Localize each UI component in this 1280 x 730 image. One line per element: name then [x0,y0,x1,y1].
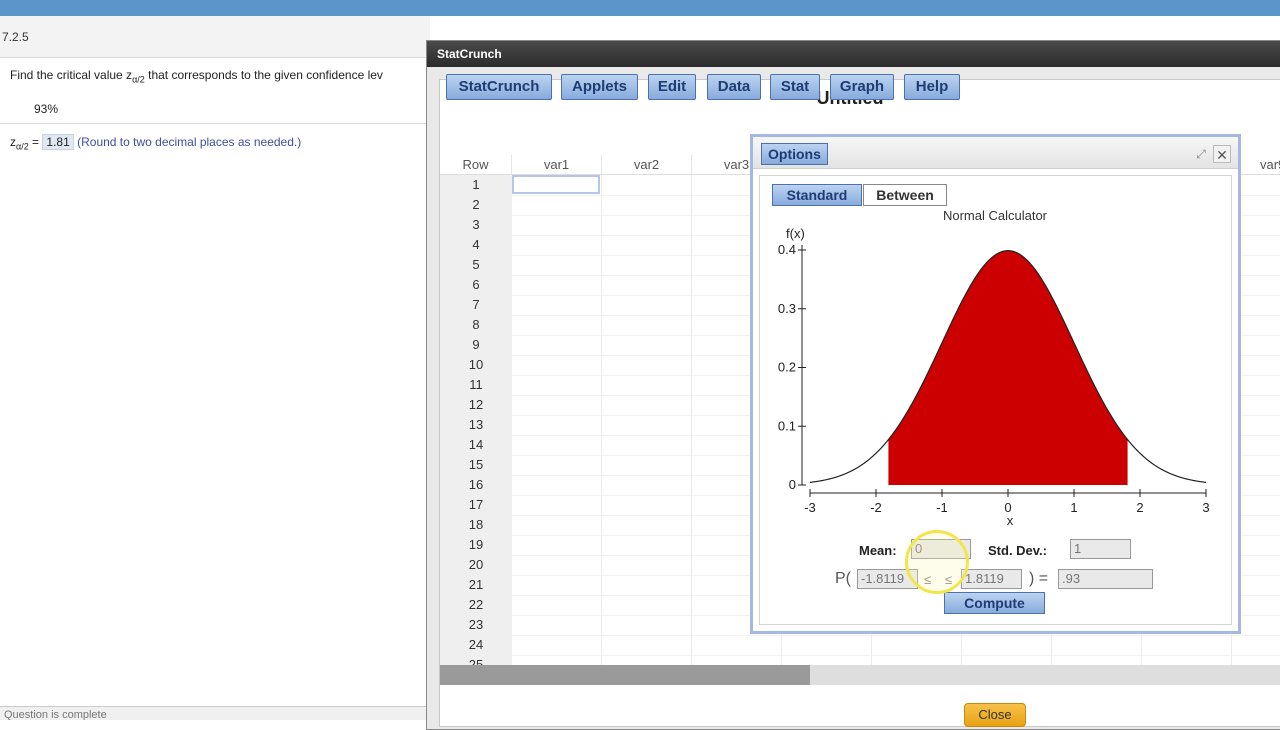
answer-equals: = [28,135,43,149]
rounding-hint: (Round to two decimal places as needed.) [77,135,302,149]
options-title: Options [761,143,828,165]
column-header[interactable]: var1 [512,155,602,175]
menu-edit[interactable]: Edit [648,74,696,100]
x-tick-label: 0 [1004,500,1011,515]
row-number[interactable]: 7 [440,295,512,315]
y-axis-label: f(x) [786,226,805,241]
row-number[interactable]: 17 [440,495,512,515]
y-tick-label: 0 [789,477,796,492]
row-number[interactable]: 2 [440,195,512,215]
row-number[interactable]: 4 [440,235,512,255]
expand-icon[interactable]: ⤢ [1193,146,1209,162]
sd-label: Std. Dev.: [988,543,1047,558]
menu-stat[interactable]: Stat [770,74,820,100]
confidence-level: 93% [34,102,59,116]
y-tick-label: 0.4 [778,242,796,257]
answer-input[interactable]: 1.81 [42,134,74,150]
row-number-column: 1234567891011121314151617181920212223242… [440,175,512,685]
active-cell[interactable] [512,175,600,194]
scrollbar-thumb[interactable] [440,665,810,685]
column-header[interactable]: var2 [602,155,692,175]
row-number[interactable]: 1 [440,175,512,195]
tab-between[interactable]: Between [863,184,947,206]
row-number[interactable]: 10 [440,355,512,375]
answer-subscript: α/2 [16,141,29,152]
row-number[interactable]: 20 [440,555,512,575]
normal-curve-chart: Normal Calculator f(x) x 0 0.1 0.2 0.3 0.4 -3… [778,208,1210,528]
row-number[interactable]: 11 [440,375,512,395]
row-number[interactable]: 22 [440,595,512,615]
row-number[interactable]: 19 [440,535,512,555]
row-number[interactable]: 16 [440,475,512,495]
row-line [512,635,1280,636]
row-number[interactable]: 13 [440,415,512,435]
question-status: Question is complete [0,706,430,720]
column-line [601,175,602,685]
x-tick-label: 2 [1136,500,1143,515]
menu-data[interactable]: Data [707,74,761,100]
row-number[interactable]: 12 [440,395,512,415]
upper-bound-input[interactable]: 1.8119 [961,569,1022,589]
x-tick-label: 3 [1202,500,1209,515]
statcrunch-titlebar[interactable]: StatCrunch [427,41,1280,67]
close-icon[interactable]: ✕ [1213,145,1231,163]
statcrunch-title: StatCrunch [437,47,502,61]
question-subscript: α/2 [132,74,145,85]
top-bar [0,0,1280,16]
chart-title: Normal Calculator [943,208,1048,223]
equals-label: ) = [1029,570,1049,587]
menu-help[interactable]: Help [904,74,960,100]
row-header: Row [440,155,512,175]
menu-applets[interactable]: Applets [561,74,638,100]
question-text-start: Find the critical value z [10,68,133,82]
question-number: 7.2.5 [2,30,29,44]
row-number[interactable]: 3 [440,215,512,235]
answer-line: zα/2 = 1.81 (Round to two decimal places… [10,134,301,151]
y-tick-label: 0.1 [778,418,796,433]
x-tick-label: -2 [870,500,882,515]
shaded-area [888,250,1128,485]
x-tick-label: 1 [1070,500,1077,515]
probability-label: P( [835,570,851,587]
y-tick-label: 0.2 [778,360,796,375]
column-line [691,175,692,685]
probability-result[interactable]: .93 [1058,569,1153,589]
row-number[interactable]: 9 [440,335,512,355]
sd-input[interactable]: 1 [1070,539,1131,559]
row-number[interactable]: 6 [440,275,512,295]
row-number[interactable]: 23 [440,615,512,635]
divider [0,123,430,124]
x-tick-label: -3 [804,500,816,515]
row-number[interactable]: 21 [440,575,512,595]
row-number[interactable]: 8 [440,315,512,335]
menu-graph[interactable]: Graph [830,74,894,100]
close-button[interactable]: Close [964,703,1026,727]
question-text-end: that corresponds to the given confidence… [144,68,383,82]
x-axis-label: x [1007,513,1014,528]
question-text: Find the critical value zα/2 that corres… [10,68,383,84]
question-header [0,16,430,58]
tab-standard[interactable]: Standard [772,184,862,206]
menu-statcrunch[interactable]: StatCrunch [446,74,552,100]
row-number[interactable]: 18 [440,515,512,535]
options-titlebar[interactable]: Options ⤢ ✕ [753,137,1238,169]
y-tick-label: 0.3 [778,301,796,316]
compute-button[interactable]: Compute [944,592,1045,614]
row-line [512,655,1280,656]
row-number[interactable]: 24 [440,635,512,655]
row-number[interactable]: 15 [440,455,512,475]
row-number[interactable]: 5 [440,255,512,275]
mean-label: Mean: [859,543,897,558]
x-tick-label: -1 [936,500,948,515]
cursor-highlight [905,530,969,594]
row-number[interactable]: 14 [440,435,512,455]
